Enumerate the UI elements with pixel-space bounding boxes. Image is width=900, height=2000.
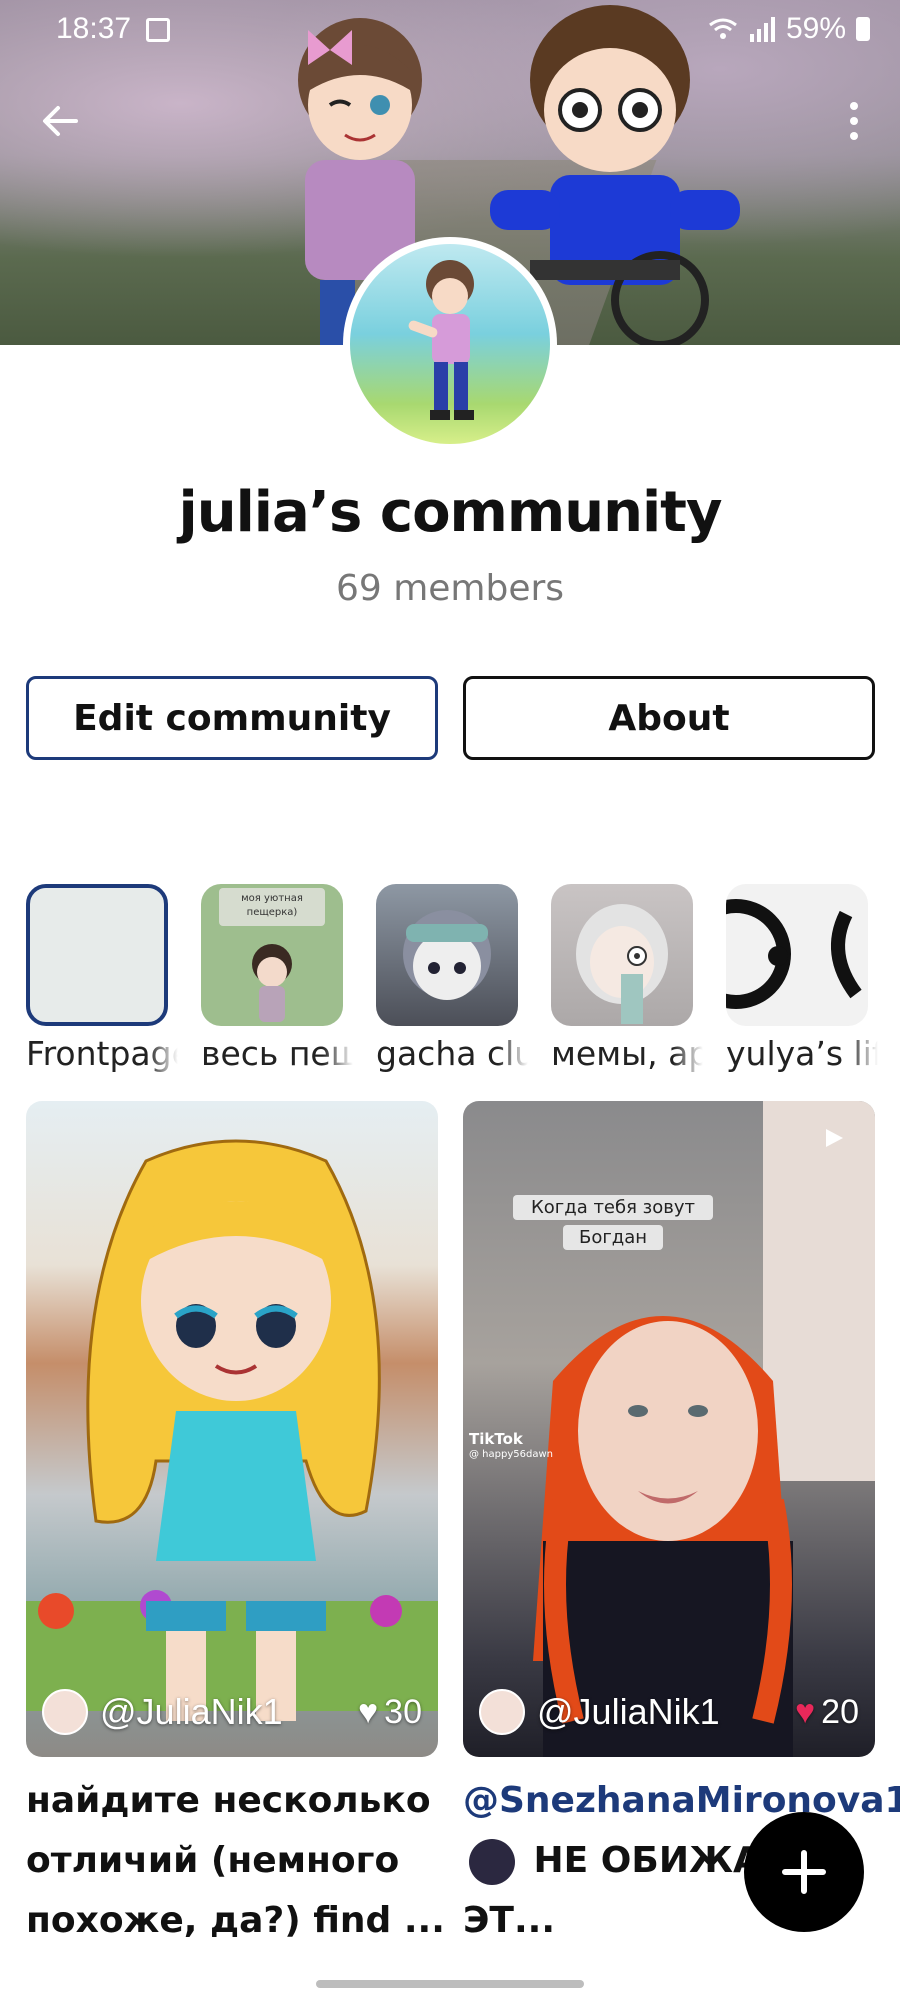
member-count[interactable]: 69 members bbox=[0, 568, 900, 609]
heart-icon: ♥ bbox=[357, 1692, 379, 1731]
battery-icon bbox=[856, 17, 870, 41]
category-label: gacha club bbox=[376, 1034, 528, 1073]
category-frontpage[interactable]: Frontpage bbox=[26, 884, 178, 1073]
about-button[interactable]: About bbox=[463, 676, 875, 760]
thumb-character bbox=[576, 904, 668, 1024]
category-memes[interactable]: мемы, арты bbox=[551, 884, 703, 1073]
post-card[interactable]: @JuliaNik1 ♥ 30 найдите несколько отличий… bbox=[26, 1101, 445, 1951]
create-post-button[interactable] bbox=[744, 1812, 864, 1932]
battery-percent: 59% bbox=[785, 12, 846, 45]
like-count-value: 30 bbox=[384, 1692, 422, 1731]
author-avatar[interactable] bbox=[42, 1689, 88, 1735]
wifi-icon bbox=[709, 18, 737, 39]
post-character bbox=[26, 1139, 438, 1721]
like-count[interactable]: ♥ 30 bbox=[358, 1693, 422, 1732]
thumb-pattern bbox=[726, 899, 862, 1009]
arrow-left-icon[interactable] bbox=[36, 96, 86, 146]
video-overlay-caption-2: Богдан bbox=[563, 1225, 663, 1250]
post-meta: @JuliaNik1 ♥ 20 bbox=[479, 1689, 859, 1735]
author-avatar[interactable] bbox=[479, 1689, 525, 1735]
play-icon bbox=[826, 1129, 843, 1147]
category-label: Frontpage bbox=[26, 1034, 178, 1073]
post-meta: @JuliaNik1 ♥ 30 bbox=[42, 1689, 422, 1735]
plus-icon bbox=[782, 1850, 826, 1894]
category-cave[interactable]: моя уютная пещерка) весь пещера bbox=[201, 884, 353, 1073]
home-indicator[interactable] bbox=[316, 1980, 584, 1988]
category-thumb bbox=[551, 884, 693, 1026]
edit-community-button[interactable]: Edit community bbox=[26, 676, 438, 760]
community-avatar-image bbox=[350, 244, 550, 444]
thumb-character bbox=[252, 944, 292, 1022]
like-count-value: 20 bbox=[821, 1692, 859, 1731]
status-bar: 18:37 59% bbox=[0, 0, 900, 64]
category-yulyas-life[interactable]: yulya’s life bbox=[726, 884, 878, 1073]
watermark-label: TikTok bbox=[469, 1430, 523, 1448]
like-count[interactable]: ♥ 20 bbox=[795, 1693, 859, 1732]
status-time: 18:37 bbox=[56, 12, 132, 45]
category-thumb bbox=[26, 884, 168, 1026]
category-label: мемы, арты bbox=[551, 1034, 703, 1073]
heart-icon: ♥ bbox=[794, 1692, 816, 1731]
category-gacha-club[interactable]: gacha club bbox=[376, 884, 528, 1073]
author-username[interactable]: @JuliaNik1 bbox=[100, 1691, 358, 1733]
category-label: yulya’s life bbox=[726, 1034, 878, 1073]
tiktok-watermark: TikTok @ happy56dawn bbox=[469, 1431, 553, 1463]
author-username[interactable]: @JuliaNik1 bbox=[537, 1691, 795, 1733]
video-overlay-caption: Когда тебя зовут bbox=[513, 1195, 713, 1220]
caption-mention[interactable]: @SnezhanaMironova1 bbox=[463, 1780, 900, 1821]
community-avatar[interactable] bbox=[343, 237, 557, 451]
status-indicators: 59% bbox=[708, 12, 870, 46]
more-vertical-icon[interactable] bbox=[832, 96, 876, 146]
post-image: @JuliaNik1 ♥ 30 bbox=[26, 1101, 438, 1757]
community-title: julia’s community bbox=[178, 480, 723, 545]
category-thumb bbox=[726, 884, 868, 1026]
overlay-line-1: Когда тебя зовут bbox=[531, 1197, 695, 1218]
category-strip[interactable]: Frontpage моя уютная пещерка) весь пещер… bbox=[26, 884, 900, 1084]
avatar-character bbox=[408, 260, 474, 420]
thumb-character bbox=[403, 910, 491, 1000]
watermark-handle: @ happy56dawn bbox=[469, 1449, 553, 1460]
category-thumb bbox=[376, 884, 518, 1026]
post-video-thumbnail: Когда тебя зовут Богдан TikTok @ happy56… bbox=[463, 1101, 875, 1757]
signal-icon bbox=[749, 17, 775, 42]
caption-emoji-avatar bbox=[469, 1839, 515, 1885]
category-label: весь пещера bbox=[201, 1034, 353, 1073]
post-caption[interactable]: найдите несколько отличий (немного похож… bbox=[26, 1771, 446, 1951]
overlay-line-2: Богдан bbox=[578, 1227, 648, 1248]
category-thumb: моя уютная пещерка) bbox=[201, 884, 343, 1026]
image-notification-icon bbox=[146, 18, 170, 42]
